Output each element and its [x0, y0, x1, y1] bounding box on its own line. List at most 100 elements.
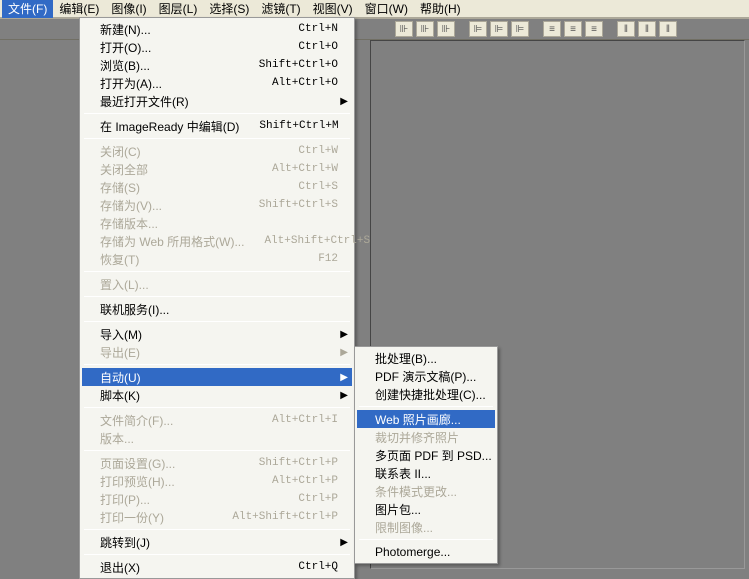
- menubar-item-8[interactable]: 帮助(H): [414, 0, 467, 18]
- file-item-1[interactable]: 打开(O)...Ctrl+O: [82, 38, 352, 56]
- file-item-14: 恢复(T)F12: [82, 250, 352, 268]
- file-sep-15: [84, 271, 350, 272]
- auto-item-9[interactable]: 图片包...: [357, 500, 495, 518]
- menu-item-shortcut: Ctrl+Q: [278, 561, 338, 573]
- menubar-item-2[interactable]: 图像(I): [105, 0, 152, 18]
- menu-item-label: 打印预览(H)...: [100, 473, 252, 490]
- menu-item-label: 最近打开文件(R): [100, 93, 338, 110]
- file-item-2[interactable]: 浏览(B)...Shift+Ctrl+O: [82, 56, 352, 74]
- tool-dist-2[interactable]: ≡: [564, 21, 582, 37]
- menu-item-shortcut: Shift+Ctrl+S: [239, 199, 338, 211]
- file-item-21: 导出(E)▶: [82, 343, 352, 361]
- tool-align-1[interactable]: ⊪: [395, 21, 413, 37]
- chevron-right-icon: ▶: [340, 372, 348, 383]
- menubar-item-6[interactable]: 视图(V): [307, 0, 359, 18]
- file-item-36[interactable]: 退出(X)Ctrl+Q: [82, 558, 352, 576]
- tool-align-3[interactable]: ⊪: [437, 21, 455, 37]
- auto-item-1[interactable]: PDF 演示文稿(P)...: [357, 367, 495, 385]
- menu-item-label: 自动(U): [100, 369, 338, 386]
- menubar-item-0[interactable]: 文件(F): [2, 0, 53, 18]
- menubar-item-3[interactable]: 图层(L): [153, 0, 204, 18]
- menu-item-label: 脚本(K): [100, 387, 338, 404]
- tool-dist-3[interactable]: ≡: [585, 21, 603, 37]
- tool-align-2[interactable]: ⊪: [416, 21, 434, 37]
- menu-item-label: 裁切并修齐照片: [375, 429, 481, 446]
- menu-item-shortcut: Shift+Ctrl+P: [239, 457, 338, 469]
- menu-item-shortcut: F12: [298, 253, 338, 265]
- file-sep-22: [84, 364, 350, 365]
- auto-submenu: 批处理(B)...PDF 演示文稿(P)...创建快捷批处理(C)... Web …: [354, 346, 498, 564]
- menu-item-label: 新建(N)...: [100, 21, 278, 38]
- menu-item-label: 多页面 PDF 到 PSD...: [375, 447, 492, 464]
- auto-item-10: 限制图像...: [357, 518, 495, 536]
- auto-sep-11: [359, 539, 493, 540]
- auto-sep-3: [359, 406, 493, 407]
- menu-item-shortcut: Alt+Ctrl+I: [252, 414, 338, 426]
- auto-item-7[interactable]: 联系表 II...: [357, 464, 495, 482]
- menu-item-shortcut: Alt+Shift+Ctrl+P: [212, 511, 338, 523]
- auto-item-2[interactable]: 创建快捷批处理(C)...: [357, 385, 495, 403]
- file-item-26: 文件简介(F)...Alt+Ctrl+I: [82, 411, 352, 429]
- menu-item-label: 页面设置(G)...: [100, 455, 239, 472]
- file-item-20[interactable]: 导入(M)▶: [82, 325, 352, 343]
- menu-item-label: 版本...: [100, 430, 338, 447]
- menu-item-shortcut: Shift+Ctrl+M: [239, 120, 338, 132]
- menu-item-label: 浏览(B)...: [100, 57, 239, 74]
- file-item-31: 打印(P)...Ctrl+P: [82, 490, 352, 508]
- tool-dist-1[interactable]: ≡: [543, 21, 561, 37]
- file-item-11: 存储为(V)...Shift+Ctrl+S: [82, 196, 352, 214]
- menu-item-shortcut: Shift+Ctrl+O: [239, 59, 338, 71]
- file-item-6[interactable]: 在 ImageReady 中编辑(D)Shift+Ctrl+M: [82, 117, 352, 135]
- menu-item-label: 导入(M): [100, 326, 338, 343]
- file-menu: 新建(N)...Ctrl+N打开(O)...Ctrl+O浏览(B)...Shif…: [79, 17, 355, 579]
- menu-item-shortcut: Ctrl+S: [278, 181, 338, 193]
- menu-item-label: 联系表 II...: [375, 465, 481, 482]
- auto-item-0[interactable]: 批处理(B)...: [357, 349, 495, 367]
- menu-item-label: 文件简介(F)...: [100, 412, 252, 429]
- tool-align-4[interactable]: ⊫: [469, 21, 487, 37]
- file-item-18[interactable]: 联机服务(I)...: [82, 300, 352, 318]
- menubar-item-5[interactable]: 滤镜(T): [255, 0, 306, 18]
- file-sep-17: [84, 296, 350, 297]
- file-item-32: 打印一份(Y)Alt+Shift+Ctrl+P: [82, 508, 352, 526]
- menu-item-label: 打开为(A)...: [100, 75, 252, 92]
- menu-item-label: 图片包...: [375, 501, 481, 518]
- tool-dist-5[interactable]: ‖: [638, 21, 656, 37]
- menu-item-label: PDF 演示文稿(P)...: [375, 368, 481, 385]
- tool-align-5[interactable]: ⊫: [490, 21, 508, 37]
- file-item-24[interactable]: 脚本(K)▶: [82, 386, 352, 404]
- tool-dist-4[interactable]: ‖: [617, 21, 635, 37]
- menu-item-label: 打印(P)...: [100, 491, 278, 508]
- menubar-item-1[interactable]: 编辑(E): [53, 0, 105, 18]
- file-item-4[interactable]: 最近打开文件(R)▶: [82, 92, 352, 110]
- menubar-item-7[interactable]: 窗口(W): [359, 0, 414, 18]
- file-item-3[interactable]: 打开为(A)...Alt+Ctrl+O: [82, 74, 352, 92]
- menu-item-label: 存储为 Web 所用格式(W)...: [100, 233, 244, 250]
- file-sep-33: [84, 529, 350, 530]
- file-sep-35: [84, 554, 350, 555]
- tool-dist-6[interactable]: ‖: [659, 21, 677, 37]
- file-item-23[interactable]: 自动(U)▶: [82, 368, 352, 386]
- auto-item-8: 条件模式更改...: [357, 482, 495, 500]
- file-item-12: 存储版本...: [82, 214, 352, 232]
- file-item-13: 存储为 Web 所用格式(W)...Alt+Shift+Ctrl+S: [82, 232, 352, 250]
- tool-align-6[interactable]: ⊫: [511, 21, 529, 37]
- menu-item-label: 关闭(C): [100, 143, 278, 160]
- menu-item-label: 限制图像...: [375, 519, 481, 536]
- menu-item-label: 批处理(B)...: [375, 350, 481, 367]
- file-item-30: 打印预览(H)...Alt+Ctrl+P: [82, 472, 352, 490]
- menu-item-label: 存储为(V)...: [100, 197, 239, 214]
- menu-item-shortcut: Ctrl+P: [278, 493, 338, 505]
- file-item-34[interactable]: 跳转到(J)▶: [82, 533, 352, 551]
- menu-item-label: 存储版本...: [100, 215, 338, 232]
- auto-item-4[interactable]: Web 照片画廊...: [357, 410, 495, 428]
- menu-item-label: 置入(L)...: [100, 276, 338, 293]
- menu-item-label: Photomerge...: [375, 545, 481, 559]
- menubar-item-4[interactable]: 选择(S): [203, 0, 255, 18]
- file-item-0[interactable]: 新建(N)...Ctrl+N: [82, 20, 352, 38]
- menu-item-label: 关闭全部: [100, 161, 252, 178]
- auto-item-12[interactable]: Photomerge...: [357, 543, 495, 561]
- auto-item-6[interactable]: 多页面 PDF 到 PSD...: [357, 446, 495, 464]
- file-item-9: 关闭全部Alt+Ctrl+W: [82, 160, 352, 178]
- menu-item-label: 条件模式更改...: [375, 483, 481, 500]
